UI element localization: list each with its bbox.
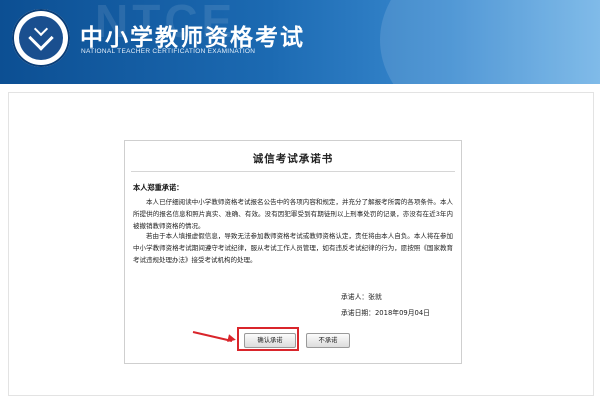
decline-pledge-button[interactable]: 不承诺 [306, 333, 350, 348]
pledge-greeting: 本人郑重承诺： [133, 183, 184, 192]
site-header: NTCE 中小学教师资格考试 NATIONAL TEACHER CERTIFIC… [0, 0, 600, 84]
pledge-date-label: 承诺日期：2018年09月04日 [341, 309, 430, 317]
confirm-pledge-button[interactable]: 确认承诺 [244, 333, 296, 348]
header-glow [380, 0, 600, 84]
title-divider [131, 171, 455, 172]
logo-chevron-large [28, 25, 54, 51]
pledge-paragraph-1: 本人已仔细阅读中小学教师资格考试报名公告中的各项内容和规定，并充分了解报考所需的… [133, 198, 453, 230]
ntce-emblem-logo [12, 9, 70, 67]
site-subtitle: NATIONAL TEACHER CERTIFICATION EXAMINATI… [81, 48, 256, 55]
site-title: 中小学教师资格考试 [80, 25, 305, 51]
dialog-title: 诚信考试承诺书 [252, 153, 334, 165]
logo-inner [19, 16, 63, 60]
signer-label: 承诺人：张就 [341, 293, 382, 301]
pledge-paragraph-2: 若由于本人填报虚假信息，导致无法参加教师资格考试或教师资格认定，责任将由本人自负… [133, 232, 453, 264]
